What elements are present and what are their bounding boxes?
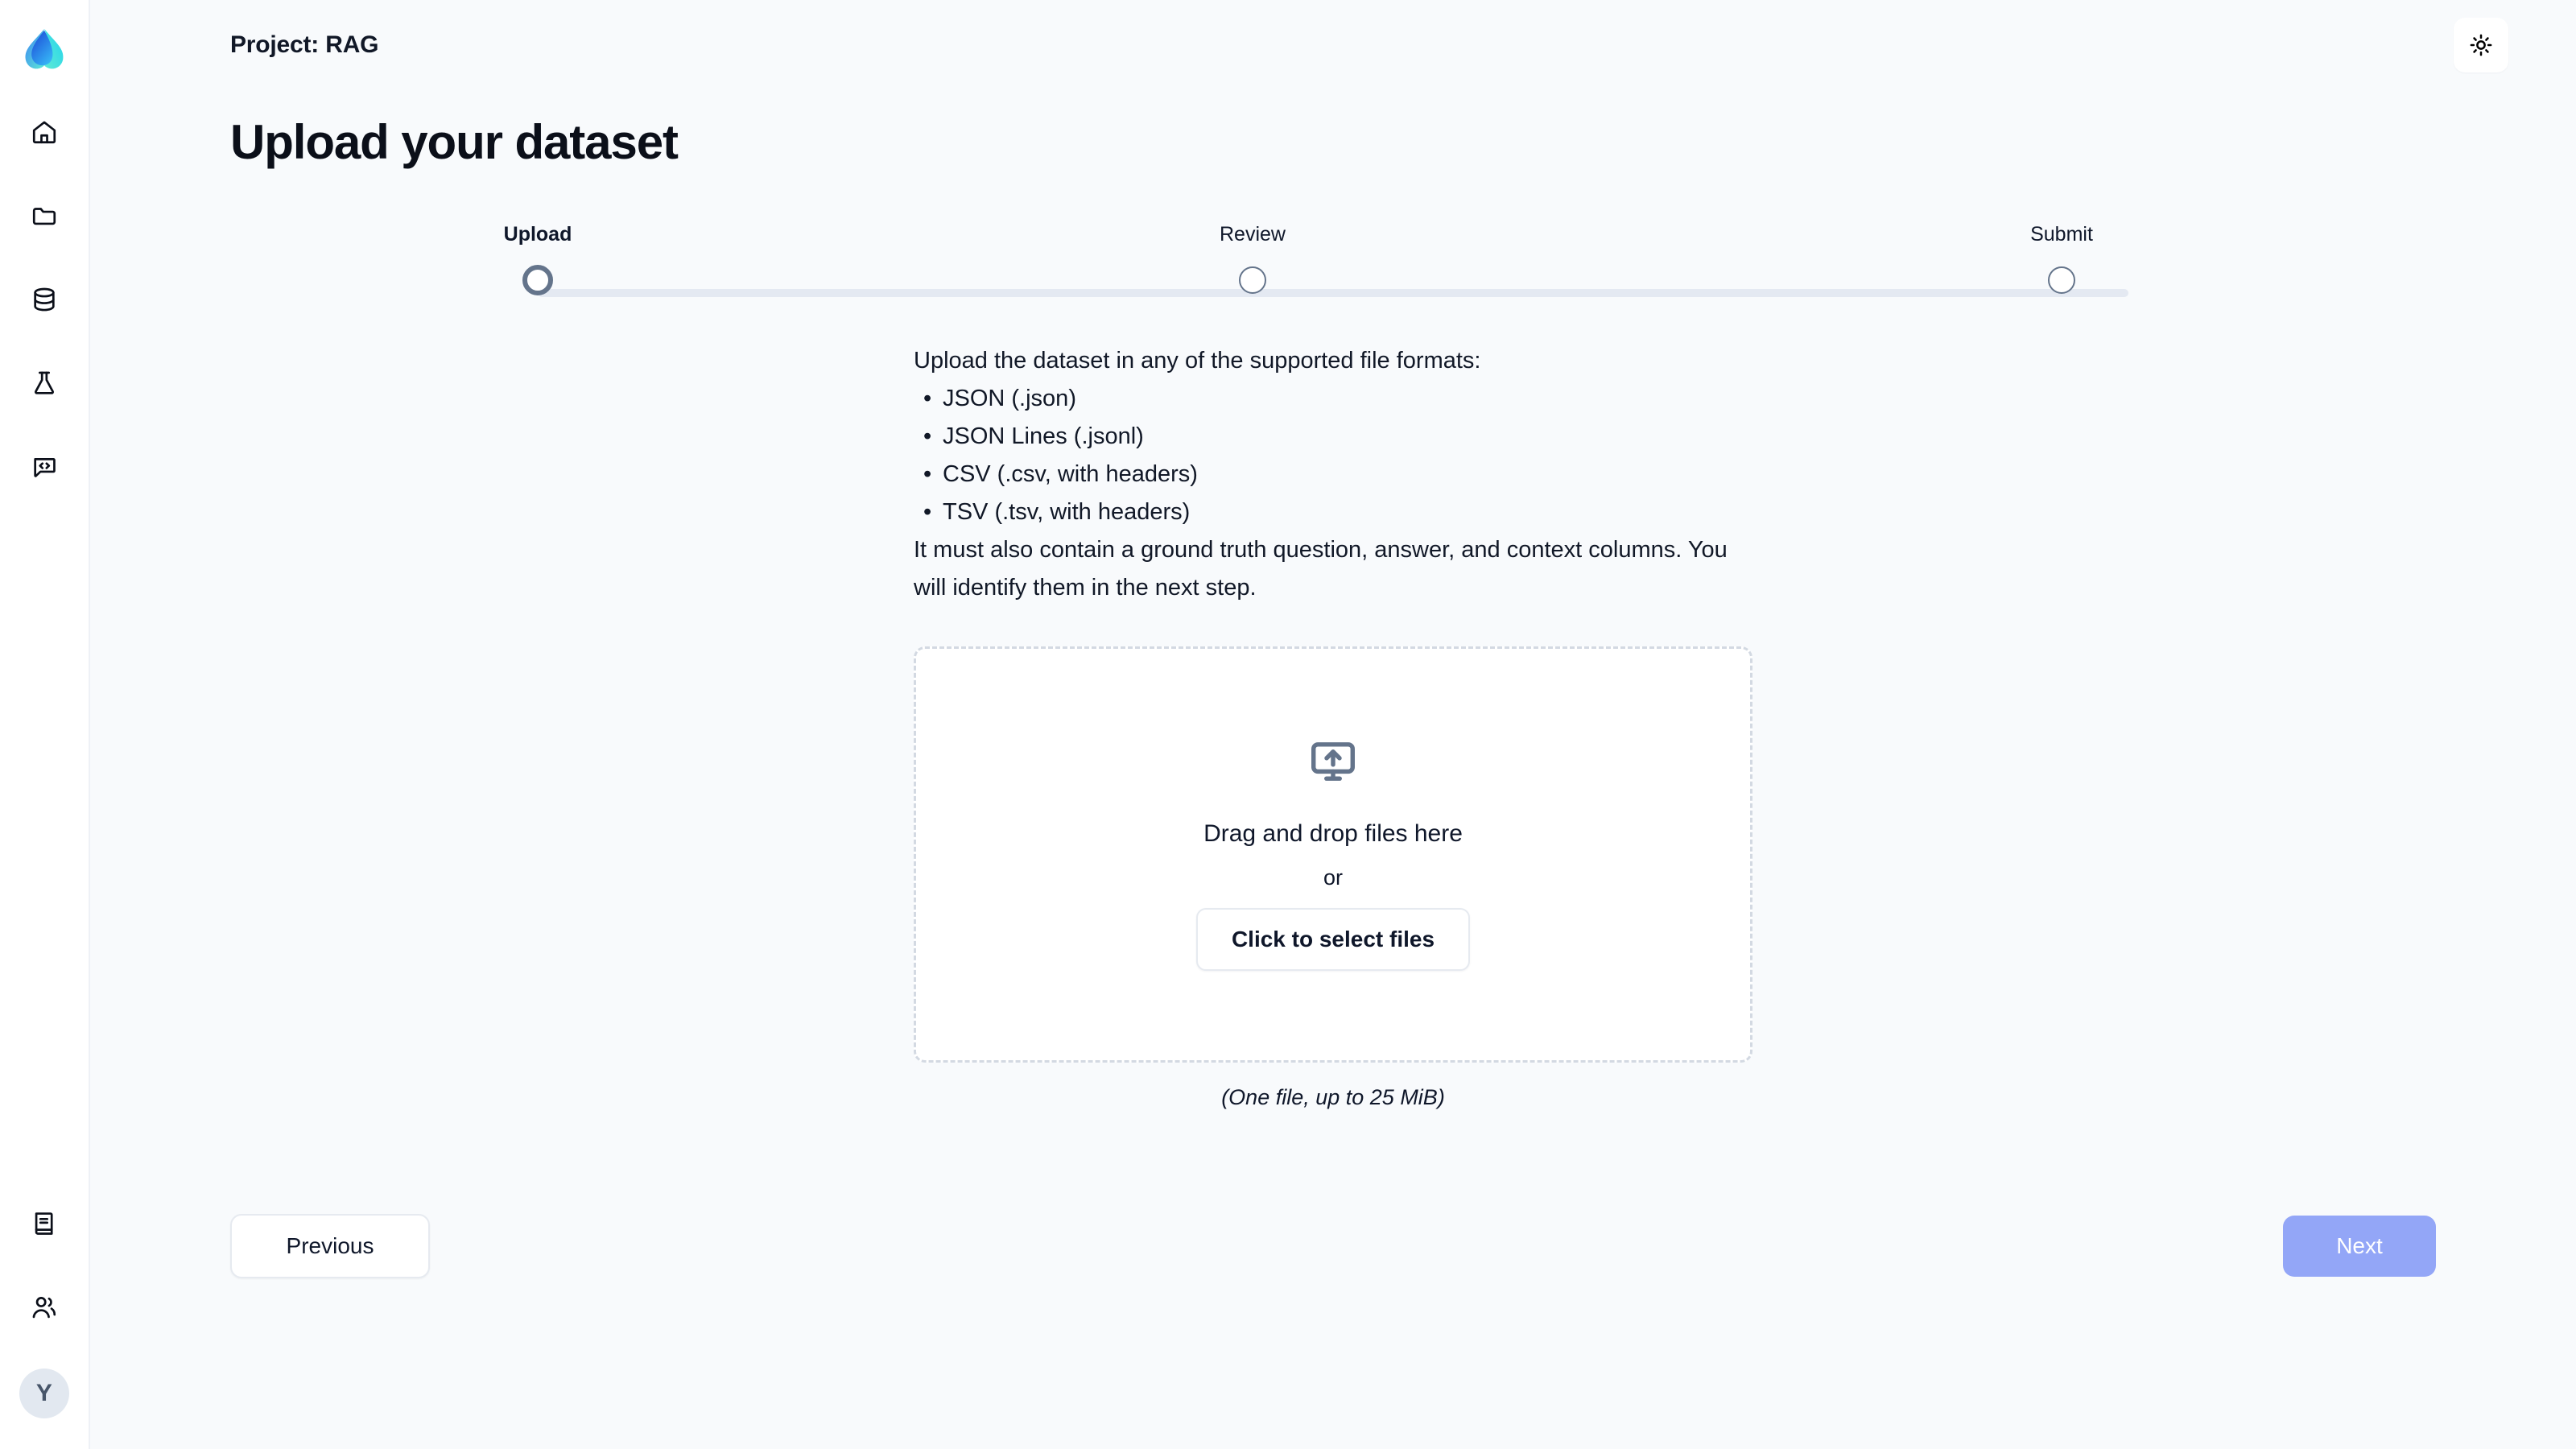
sidebar-nav-secondary: Y [0,1201,89,1418]
sidebar-item-datasets[interactable] [22,277,67,322]
sidebar-item-docs[interactable] [22,1201,67,1246]
next-button[interactable]: Next [2283,1216,2436,1277]
sidebar-nav-primary [22,109,67,489]
list-item: CSV (.csv, with headers) [914,456,1752,493]
sidebar: Y [0,0,90,1449]
monitor-upload-icon [1311,742,1355,782]
sidebar-item-team[interactable] [22,1285,67,1330]
previous-button[interactable]: Previous [230,1214,430,1278]
stepper-step-dot [1239,266,1266,294]
folder-icon [32,208,56,225]
app-logo[interactable] [15,21,73,79]
book-icon [35,1212,53,1235]
sidebar-item-home[interactable] [22,109,67,155]
page-title: Upload your dataset [230,115,679,169]
database-icon [34,287,55,312]
sidebar-item-experiments[interactable] [22,361,67,406]
topbar: Project: RAG [90,0,2576,90]
stepper-step-dot [2048,266,2075,294]
stepper-step-dot [522,265,553,295]
home-icon [32,121,56,144]
instructions-tail: It must also contain a ground truth ques… [914,536,1728,601]
app-root: Y Project: RAG Upload your dataset Uploa… [0,0,2576,1449]
wizard-footer: Previous Next [230,1214,2436,1278]
dropzone-limit-note: (One file, up to 25 MiB) [1221,1084,1445,1109]
droplet-leaf-logo-icon [25,28,64,69]
code-chat-icon [34,458,56,477]
file-dropzone[interactable]: Drag and drop files here or Click to sel… [914,646,1752,1063]
instructions-lead: Upload the dataset in any of the support… [914,348,1481,374]
project-title: Project: RAG [230,31,379,58]
sidebar-item-projects[interactable] [22,193,67,238]
upload-panel: Upload the dataset in any of the support… [914,312,1752,1110]
main-content: Project: RAG Upload your dataset Upload … [90,0,2576,1449]
select-files-button[interactable]: Click to select files [1195,908,1471,972]
dropzone-icon-wrap [1308,737,1358,791]
stepper: Upload Review Submit [504,223,2146,312]
stepper-step-label: Submit [2030,223,2093,246]
sun-icon [2470,34,2492,56]
avatar[interactable]: Y [19,1368,69,1418]
stepper-step-label: Review [1220,223,1286,246]
theme-toggle-button[interactable] [2454,18,2508,72]
flask-icon [35,371,54,394]
avatar-initial: Y [35,1380,53,1406]
dropzone-or-text: or [1323,865,1343,890]
list-item: JSON (.json) [914,380,1752,418]
supported-formats-list: JSON (.json) JSON Lines (.jsonl) CSV (.c… [914,380,1752,531]
users-icon [32,1297,56,1319]
instructions-block: Upload the dataset in any of the support… [914,342,1752,607]
sidebar-item-prompts[interactable] [22,444,67,489]
stepper-step-submit[interactable]: Submit [1965,223,2158,294]
stepper-step-review[interactable]: Review [1156,223,1349,294]
stepper-step-upload[interactable]: Upload [441,223,634,295]
dropzone-primary-text: Drag and drop files here [1203,820,1463,848]
stepper-step-label: Upload [503,223,572,246]
list-item: TSV (.tsv, with headers) [914,493,1752,531]
list-item: JSON Lines (.jsonl) [914,418,1752,456]
